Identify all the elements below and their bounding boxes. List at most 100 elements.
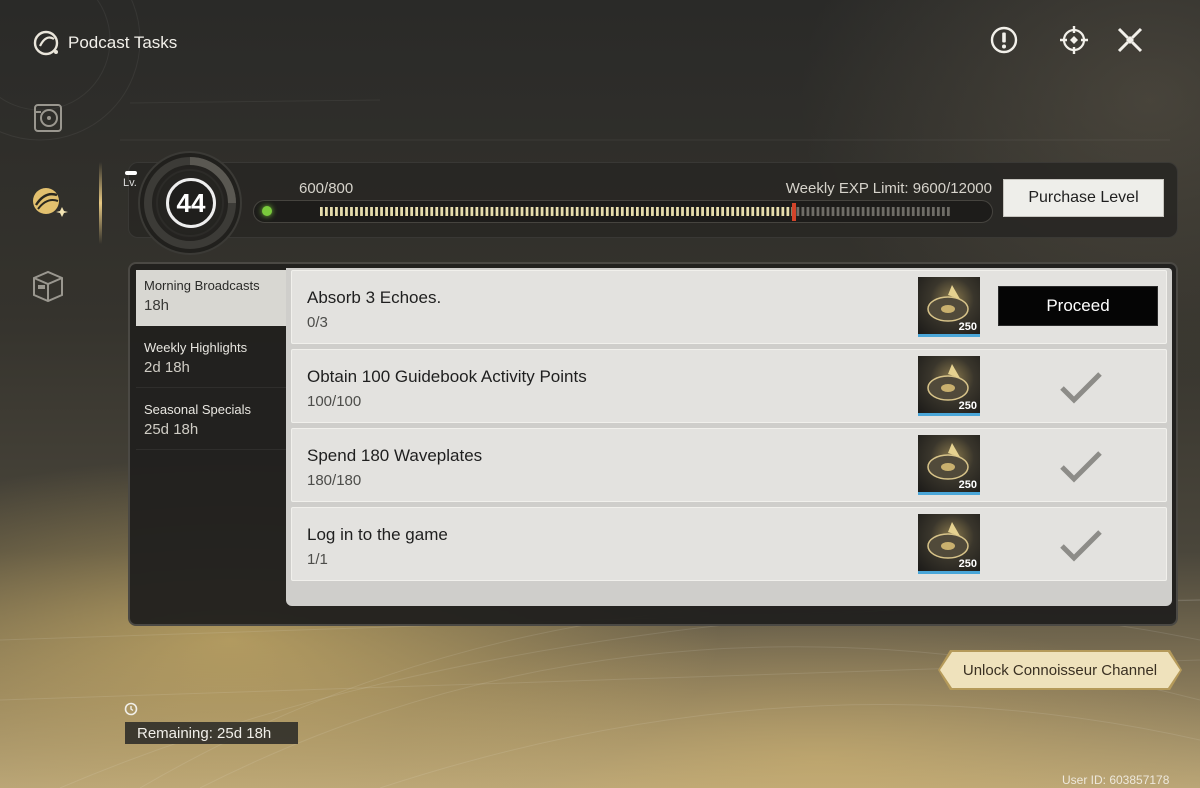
category-morning-broadcasts[interactable]: Morning Broadcasts 18h [136, 270, 286, 326]
exp-tick [901, 207, 905, 216]
reward-item[interactable]: 250 [918, 277, 980, 337]
category-time: 25d 18h [144, 421, 199, 438]
exp-tick [505, 207, 509, 216]
reward-count: 250 [958, 321, 977, 333]
completed-check-icon [1058, 447, 1104, 485]
reward-count: 250 [958, 479, 977, 491]
exp-tick [465, 207, 469, 216]
exp-tick [420, 207, 424, 216]
exp-tick [831, 207, 835, 216]
exp-tick [440, 207, 444, 216]
exp-tick [656, 207, 659, 216]
exp-tick [741, 207, 745, 216]
info-icon[interactable] [988, 24, 1020, 56]
exp-tick [500, 207, 504, 216]
exp-tick [731, 207, 735, 216]
exp-tick [580, 207, 584, 216]
exp-tick [801, 207, 805, 216]
exp-tick [565, 207, 569, 216]
task-row: Absorb 3 Echoes. 0/3 250 Proceed [291, 270, 1167, 344]
exp-tick [560, 207, 564, 216]
proceed-button[interactable]: Proceed [998, 286, 1158, 326]
exp-tick [610, 207, 614, 216]
exp-tick [455, 207, 459, 216]
exp-tick [781, 207, 785, 216]
reward-item[interactable]: 250 [918, 514, 980, 574]
reward-item[interactable]: 250 [918, 356, 980, 416]
exp-tick [605, 207, 609, 216]
exp-tick [811, 207, 815, 216]
task-progress: 100/100 [307, 393, 362, 410]
exp-tick [325, 207, 328, 216]
exp-tick [941, 207, 945, 216]
close-icon[interactable] [1114, 24, 1146, 56]
exp-tick [395, 207, 398, 216]
exp-tick [881, 207, 885, 216]
exp-tick [530, 207, 534, 216]
exp-tick [545, 207, 549, 216]
exp-progress-text: 600/800 [299, 180, 354, 197]
unlock-connoisseur-channel-button[interactable]: Unlock Connoisseur Channel [940, 652, 1180, 688]
user-id: User ID: 603857178 [1062, 773, 1170, 787]
exp-tick [410, 207, 414, 216]
weekly-exp-limit: Weekly EXP Limit: 9600/12000 [785, 180, 992, 197]
task-row: Log in to the game 1/1 250 [291, 507, 1167, 581]
exp-tick [360, 207, 363, 216]
category-title: Weekly Highlights [144, 340, 248, 355]
exp-indicator-dot [262, 206, 272, 216]
exp-tick [866, 207, 870, 216]
level-value: 44 [166, 178, 216, 228]
task-title: Log in to the game [307, 525, 448, 544]
exp-tick [726, 207, 730, 216]
podcast-logo-icon [32, 28, 62, 58]
sidebar-item-box[interactable] [26, 266, 70, 310]
exp-tick [676, 207, 679, 216]
exp-tick [390, 207, 393, 216]
exp-tick [595, 207, 599, 216]
exp-tick [721, 207, 725, 216]
exp-tick [405, 207, 409, 216]
purchase-level-button[interactable]: Purchase Level [1003, 179, 1164, 217]
reward-count: 250 [958, 558, 977, 570]
exp-tick [706, 207, 709, 216]
moon-clock-icon [124, 702, 138, 716]
exp-progress-ticks [320, 207, 950, 216]
exp-tick [766, 207, 770, 216]
crosshair-icon[interactable] [1058, 24, 1090, 56]
exp-tick [630, 207, 634, 216]
exp-tick [490, 207, 494, 216]
task-progress: 180/180 [307, 472, 362, 489]
remaining-time: Remaining: 25d 18h [125, 722, 298, 744]
exp-tick [520, 207, 524, 216]
sidebar-item-vinyl[interactable] [26, 97, 70, 141]
exp-tick [826, 207, 830, 216]
exp-tick [400, 207, 404, 216]
exp-tick [425, 207, 429, 216]
exp-tick [716, 207, 720, 216]
exp-tick [350, 207, 353, 216]
exp-tick [701, 207, 704, 216]
exp-tick [756, 207, 760, 216]
exp-tick [906, 207, 910, 216]
exp-tick [916, 207, 920, 216]
exp-tick [771, 207, 775, 216]
vinyl-icon [31, 100, 65, 139]
exp-tick [375, 207, 378, 216]
exp-tick [335, 207, 338, 216]
exp-tick [320, 207, 323, 216]
exp-tick [535, 207, 539, 216]
exp-tick [485, 207, 489, 216]
exp-tick [600, 207, 604, 216]
exp-tick [856, 207, 860, 216]
exp-tick [896, 207, 900, 216]
category-weekly-highlights[interactable]: Weekly Highlights 2d 18h [136, 332, 286, 388]
category-seasonal-specials[interactable]: Seasonal Specials 25d 18h [136, 394, 286, 450]
exp-tick [761, 207, 765, 216]
exp-tick [475, 207, 479, 216]
exp-tick [886, 207, 890, 216]
exp-tick [661, 207, 664, 216]
exp-tick [480, 207, 484, 216]
task-row: Obtain 100 Guidebook Activity Points 100… [291, 349, 1167, 423]
reward-item[interactable]: 250 [918, 435, 980, 495]
sidebar-item-podcast[interactable] [26, 182, 70, 226]
